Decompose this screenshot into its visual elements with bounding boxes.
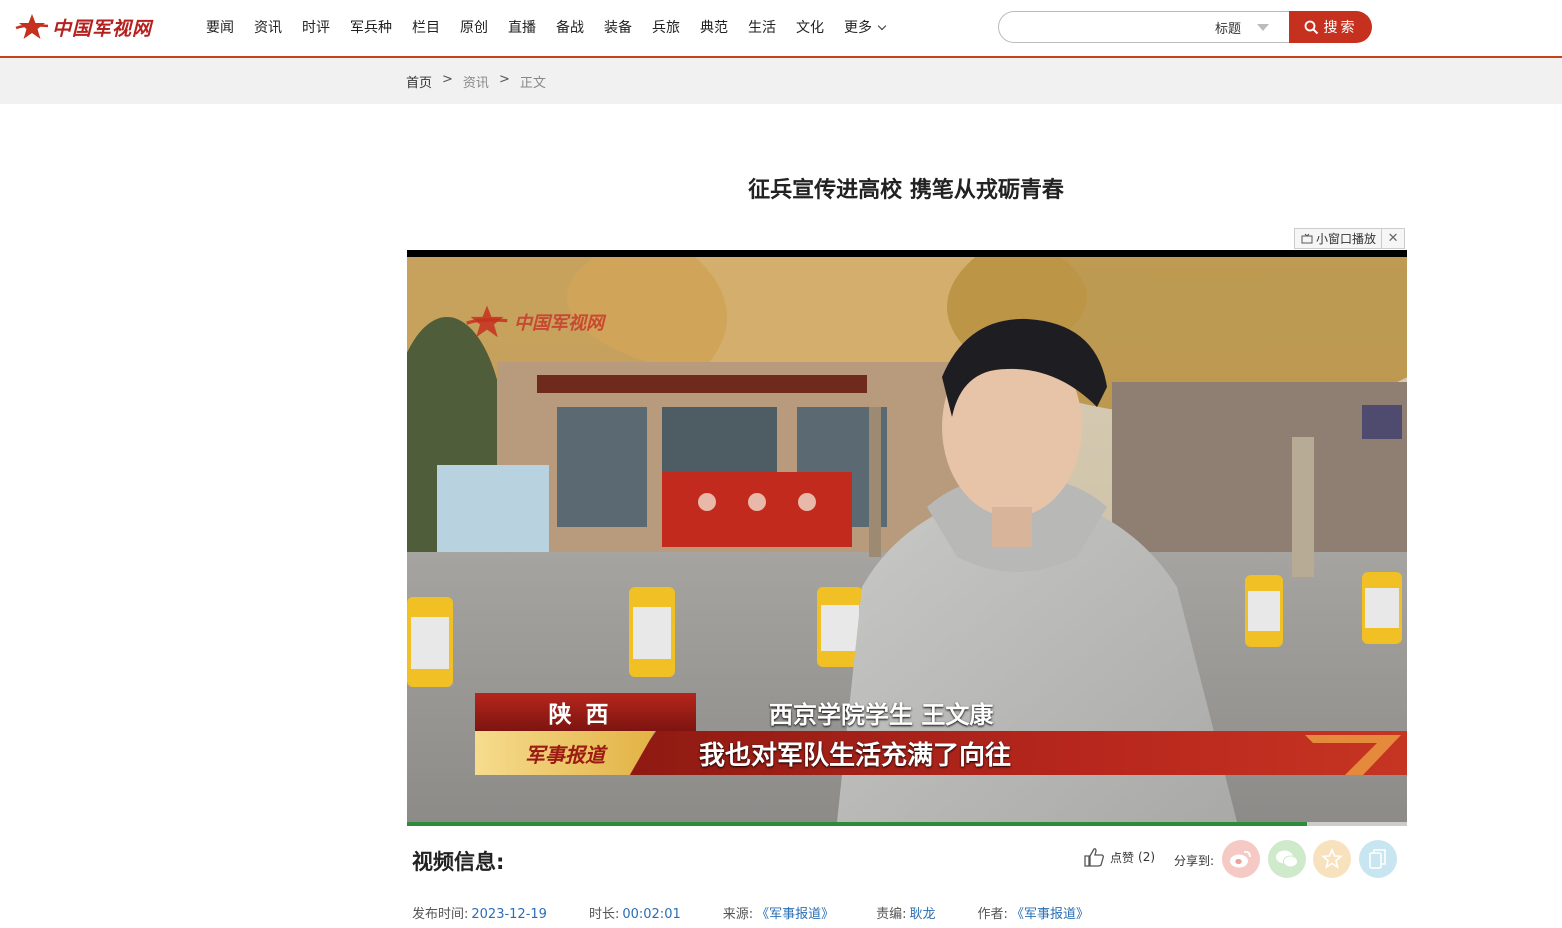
meta-editor: 责编: 耿龙 [876,903,935,922]
program-logo: 军事报道 [475,731,655,775]
meta-label: 责编: [876,907,907,922]
nav-item-dianfan[interactable]: 典范 [690,0,738,56]
close-icon[interactable]: ✕ [1382,229,1404,248]
search-scope-select[interactable]: 标题 [1215,12,1293,42]
nav-more-label: 更多 [844,20,872,36]
search-icon [1304,20,1318,34]
meta-label: 作者: [977,907,1008,922]
caret-down-icon [1257,23,1270,31]
nav-item-zixun[interactable]: 资讯 [244,0,292,56]
nav-item-yaowen[interactable]: 要闻 [196,0,244,56]
like-button[interactable]: 点赞 (2) [1083,846,1155,868]
meta-source-link[interactable]: 《军事报道》 [756,907,834,922]
share-wechat-button[interactable] [1268,840,1306,878]
meta-author: 作者: 《军事报道》 [978,903,1089,922]
search-input[interactable] [1013,17,1203,39]
mini-window-label: 小窗口播放 [1316,232,1377,246]
logo-text: 中国军视网 [52,17,153,40]
nav-item-shiping[interactable]: 时评 [292,0,340,56]
video-meta: 发布时间: 2023-12-19 时长: 00:02:01 来源: 《军事报道》 责编… [412,903,1131,922]
qzone-star-icon [1321,848,1343,869]
breadcrumb: 首页 > 资讯 > 正文 [406,72,556,91]
caption-accent [1305,735,1401,775]
nav-item-shenghuo[interactable]: 生活 [738,0,786,56]
meta-value: 2023-12-19 [471,907,547,922]
meta-author-link[interactable]: 《军事报道》 [1011,907,1089,922]
weibo-icon [1230,850,1251,868]
mini-player-controls: 小窗口播放 ✕ [1294,228,1406,249]
nav-more-dropdown[interactable]: 更多 [834,0,895,56]
nav-item-binglv[interactable]: 兵旅 [642,0,690,56]
star-logo-icon [15,14,49,39]
copy-icon [1369,849,1386,869]
tv-icon [1301,233,1313,244]
breadcrumb-current: 正文 [519,76,546,91]
nav-item-lanmu[interactable]: 栏目 [402,0,450,56]
share-copy-link-button[interactable] [1359,840,1397,878]
share-qzone-button[interactable] [1313,840,1351,878]
search-button[interactable]: 搜索 [1289,11,1372,43]
search-bar: 标题 搜索 [998,11,1372,43]
meta-editor-link[interactable]: 耿龙 [910,907,936,922]
nav-item-wenhua[interactable]: 文化 [786,0,834,56]
breadcrumb-separator: > [498,72,510,87]
meta-label: 发布时间: [412,907,469,922]
thumbs-up-icon [1084,848,1104,867]
video-progress-fill [407,822,1307,826]
video-progress-bar[interactable] [407,822,1407,826]
watermark-text: 中国军视网 [514,313,604,334]
site-header: 中国军视网 要闻 资讯 时评 军兵种 栏目 原创 直播 备战 装备 兵旅 典范 … [0,0,1562,58]
nav-item-junbingzhong[interactable]: 军兵种 [340,0,402,56]
star-logo-icon [466,305,508,338]
meta-label: 来源: [722,907,754,922]
like-label: 点赞 [1110,850,1135,865]
chevron-down-icon [877,21,887,31]
page-title: 征兵宣传进高校 携笔从戎砺青春 [748,178,1064,203]
meta-source: 来源: 《军事报道》 [723,903,834,922]
share-weibo-button[interactable] [1222,840,1260,878]
share-label: 分享到: [1174,854,1215,868]
nav-item-zhuangbei[interactable]: 装备 [594,0,642,56]
main-nav: 要闻 资讯 时评 军兵种 栏目 原创 直播 备战 装备 兵旅 典范 生活 文化 … [196,0,895,56]
video-watermark: 中国军视网 [463,303,604,341]
mini-window-button[interactable]: 小窗口播放 [1295,229,1383,248]
breadcrumb-bar: 首页 > 资讯 > 正文 [0,58,1562,104]
like-count: (2) [1138,850,1156,864]
breadcrumb-separator: > [442,72,453,87]
meta-duration: 时长: 00:02:01 [589,903,681,922]
search-scope-label: 标题 [1215,21,1242,37]
video-info-heading: 视频信息: [412,850,505,874]
breadcrumb-home[interactable]: 首页 [406,72,432,91]
lower-third-caption: 陕西 西京学院学生 王文康 我也对军队生活充满了向往 军事报道 [475,693,1407,775]
video-player[interactable]: 中国军视网 陕西 西京学院学生 王文康 我也对军队生活充满了向往 军事报道 [407,250,1407,826]
search-button-label: 搜索 [1323,20,1358,36]
meta-publish-time: 发布时间: 2023-12-19 [412,903,547,922]
nav-item-beizhan[interactable]: 备战 [546,0,594,56]
wechat-icon [1276,850,1298,868]
video-frame[interactable]: 中国军视网 陕西 西京学院学生 王文康 我也对军队生活充满了向往 军事报道 [407,257,1407,822]
caption-region: 陕西 [475,693,696,731]
nav-item-zhibo[interactable]: 直播 [498,0,546,56]
site-logo[interactable]: 中国军视网 [14,10,152,44]
caption-quote: 我也对军队生活充满了向往 [625,731,1407,775]
nav-item-yuanchuang[interactable]: 原创 [450,0,498,56]
caption-speaker: 西京学院学生 王文康 [769,700,994,729]
search-box: 标题 [998,11,1292,43]
meta-value: 00:02:01 [622,907,681,922]
breadcrumb-section[interactable]: 资讯 [463,72,489,91]
meta-label: 时长: [588,907,620,922]
